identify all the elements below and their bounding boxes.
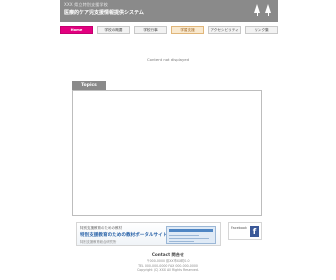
content-placeholder-text: Content not displayed	[147, 57, 189, 62]
topics-tab: Topics	[72, 81, 106, 90]
portal-banner[interactable]: 特別支援教育のための教材 特別支援教育のための教材ポータルサイト 特別支援教育総…	[76, 222, 221, 246]
banner-note: 特別支援教育総合研究所	[80, 240, 117, 244]
tree-icon	[254, 4, 261, 16]
nav-accessibility[interactable]: アクセシビリティ	[208, 26, 241, 34]
facebook-icon: f	[250, 226, 259, 237]
nav-learning[interactable]: 学習支援	[171, 26, 204, 34]
nav-about[interactable]: 学校の概要	[97, 26, 130, 34]
topics-panel	[72, 90, 262, 216]
footer-copyright: Copyright (C) XXX All Rights Reserved.	[137, 268, 199, 273]
nav-home[interactable]: Home	[60, 26, 93, 34]
site-footer: Contact 問合せ 〒000-0000 県XX市XX町0-0 TEL 000…	[0, 252, 336, 273]
banner-title: 特別支援教育のための教材ポータルサイト	[80, 233, 168, 238]
nav-links[interactable]: リンク集	[245, 26, 278, 34]
site-subtitle: XXX 県立特別支援学校	[64, 2, 108, 7]
banner-subtitle: 特別支援教育のための教材	[80, 226, 122, 230]
site-title[interactable]: 医療的ケア児支援情報提供システム	[64, 9, 144, 16]
site-header: XXX 県立特別支援学校 医療的ケア児支援情報提供システム	[60, 0, 278, 22]
main-nav: Home 学校の概要 学校行事 学習支援 アクセシビリティ リンク集	[60, 26, 278, 34]
facebook-label: Facebook	[231, 226, 247, 230]
footer-title: Contact 問合せ	[151, 252, 185, 257]
tree-icon	[265, 4, 272, 16]
nav-events[interactable]: 学校行事	[134, 26, 167, 34]
facebook-link[interactable]: Facebook f	[228, 222, 262, 240]
banner-screenshot-image	[166, 226, 216, 244]
